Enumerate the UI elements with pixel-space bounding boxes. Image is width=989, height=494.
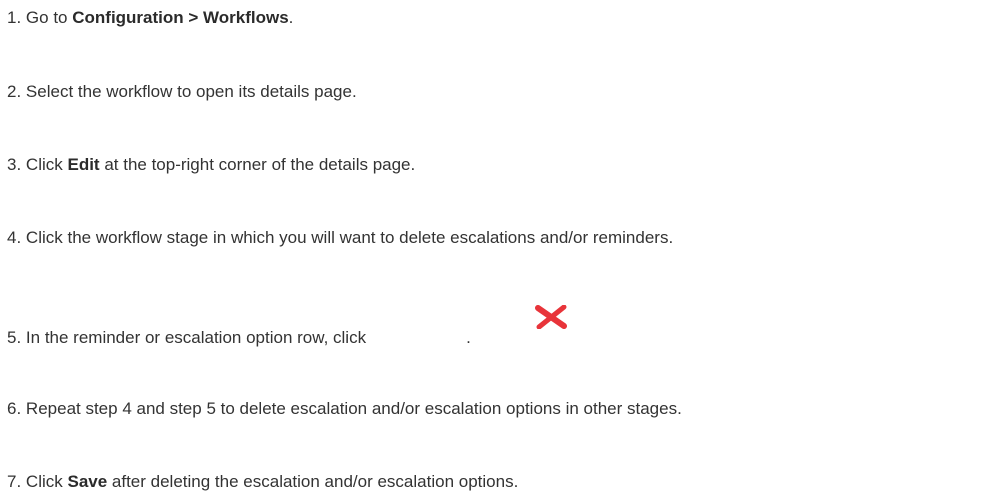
step-3: 3. Click Edit at the top-right corner of… [7, 155, 415, 175]
step-text-end: . [466, 328, 471, 347]
step-text: Click [25, 155, 68, 174]
save-label: Save [67, 472, 108, 491]
step-text: Select the workflow to open its details … [25, 82, 357, 101]
step-number: 3. [7, 155, 22, 174]
menu-path: Configuration > Workflows [72, 8, 289, 27]
edit-label: Edit [67, 155, 100, 174]
step-6: 6. Repeat step 4 and step 5 to delete es… [7, 399, 682, 419]
step-text: Click [25, 472, 68, 491]
step-text: In the reminder or escalation option row… [25, 328, 367, 347]
step-number: 1. [7, 8, 22, 27]
step-4: 4. Click the workflow stage in which you… [7, 228, 673, 248]
step-text-end: . [288, 8, 294, 27]
step-text: Repeat step 4 and step 5 to delete escal… [25, 399, 682, 418]
step-number: 2. [7, 82, 22, 101]
step-text: Click the workflow stage in which you wi… [25, 228, 674, 247]
delete-x-icon [535, 305, 567, 329]
step-5: 5. In the reminder or escalation option … [7, 328, 471, 349]
step-text: Go to [25, 8, 73, 27]
step-number: 4. [7, 228, 22, 247]
step-1: 1. Go to Configuration > Workflows. [7, 8, 293, 28]
step-text-end: at the top-right corner of the details p… [99, 155, 416, 174]
step-number: 7. [7, 472, 22, 491]
step-2: 2. Select the workflow to open its detai… [7, 82, 357, 102]
step-number: 6. [7, 399, 22, 418]
step-7: 7. Click Save after deleting the escalat… [7, 472, 518, 492]
icon-placeholder [366, 329, 466, 349]
step-text-end: after deleting the escalation and/or esc… [107, 472, 519, 491]
step-number: 5. [7, 328, 22, 347]
